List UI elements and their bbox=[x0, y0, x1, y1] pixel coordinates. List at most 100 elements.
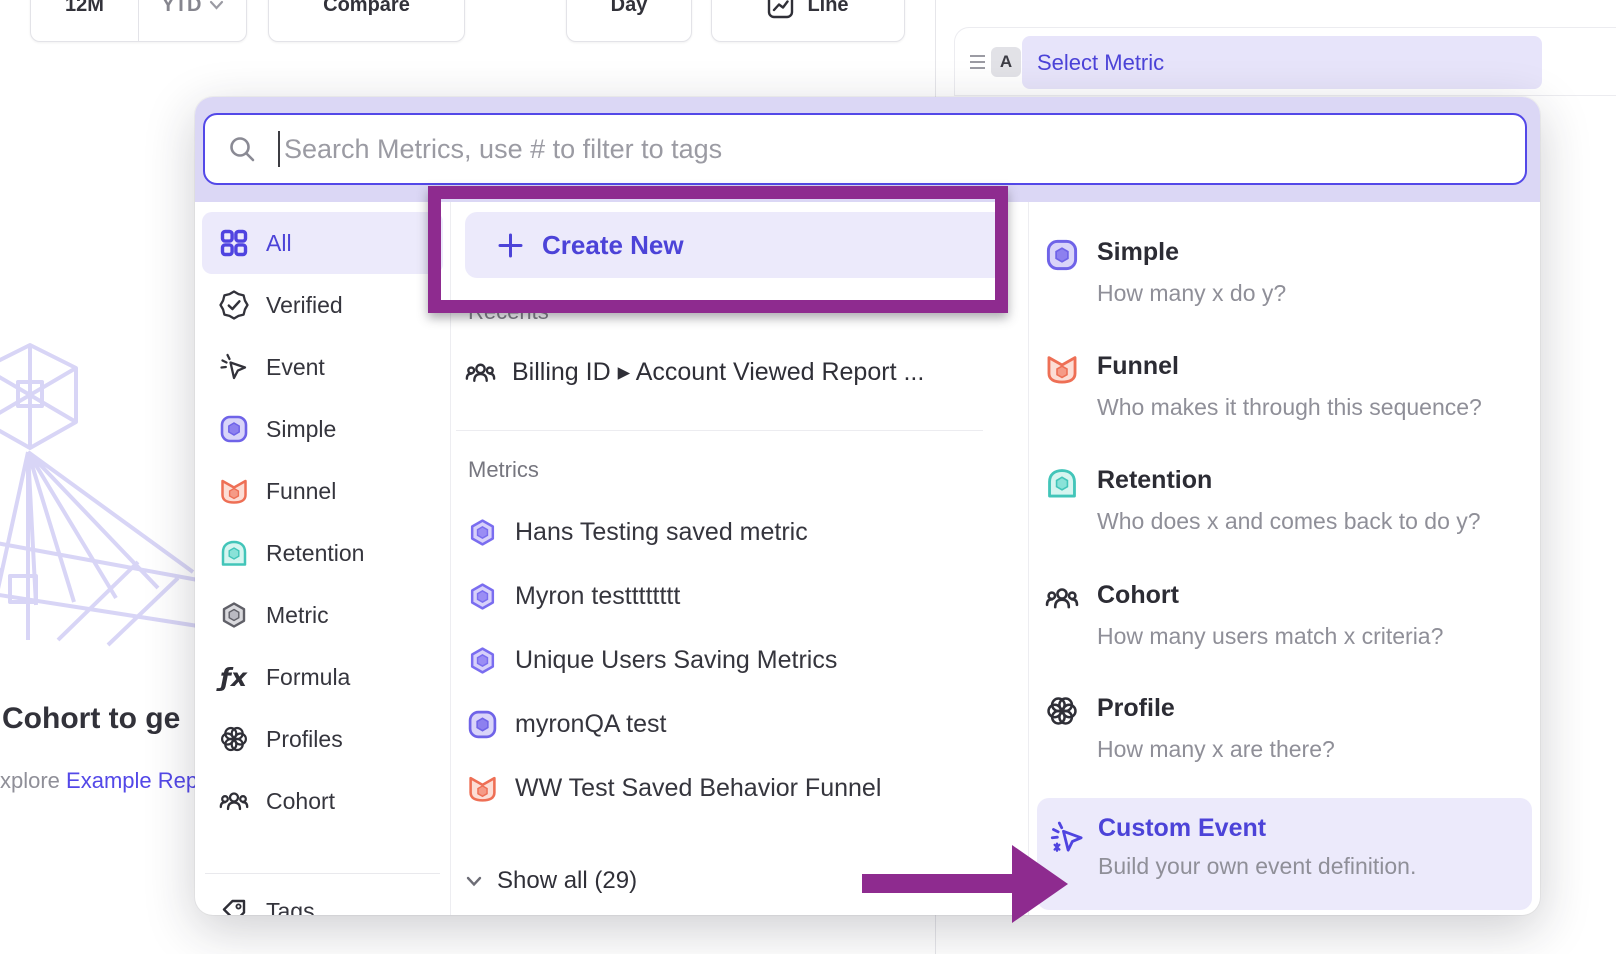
sidebar-item-formula[interactable]: ƒx Formula bbox=[202, 646, 443, 708]
sidebar-item-cohort[interactable]: Cohort bbox=[202, 770, 443, 832]
type-card-profile[interactable]: Profile How many x are there? bbox=[1029, 694, 1540, 763]
chart-type-label: Line bbox=[807, 0, 848, 17]
type-title: Retention bbox=[1097, 466, 1540, 495]
verified-badge-icon bbox=[218, 290, 249, 320]
sidebar-item-label: Tags bbox=[266, 898, 315, 916]
sidebar-item-funnel[interactable]: Funnel bbox=[202, 460, 443, 522]
event-cursor-icon bbox=[218, 352, 249, 382]
type-description: Who does x and comes back to do y? bbox=[1097, 508, 1540, 535]
search-box[interactable] bbox=[203, 113, 1527, 185]
type-card-custom-event[interactable]: Custom Event Build your own event defini… bbox=[1037, 798, 1532, 910]
custom-event-arrow-head bbox=[1012, 845, 1068, 923]
retention-icon bbox=[1045, 466, 1079, 500]
grid-icon bbox=[218, 228, 249, 258]
search-input[interactable] bbox=[284, 134, 1525, 165]
select-metric-field[interactable]: Select Metric bbox=[1022, 36, 1542, 89]
simple-metric-icon bbox=[1045, 238, 1079, 272]
metric-list-item[interactable]: WW Test Saved Behavior Funnel bbox=[467, 756, 881, 820]
metrics-header: Metrics bbox=[468, 457, 539, 483]
sidebar-item-label: Retention bbox=[266, 540, 364, 567]
sidebar-item-profiles[interactable]: Profiles bbox=[202, 708, 443, 770]
create-new-highlight-box bbox=[428, 186, 1008, 313]
date-range-12m-button[interactable]: 12M bbox=[31, 0, 138, 41]
metric-item-label: myronQA test bbox=[515, 710, 666, 739]
section-divider bbox=[456, 430, 983, 431]
type-description: How many x are there? bbox=[1097, 736, 1540, 763]
metric-item-label: WW Test Saved Behavior Funnel bbox=[515, 774, 881, 803]
sidebar-item-verified[interactable]: Verified bbox=[202, 274, 443, 336]
sidebar-item-tags[interactable]: Tags bbox=[202, 880, 443, 915]
metric-list-item[interactable]: myronQA test bbox=[467, 692, 666, 756]
type-card-retention[interactable]: Retention Who does x and comes back to d… bbox=[1029, 466, 1540, 535]
chart-type-button[interactable]: Line bbox=[711, 0, 905, 42]
funnel-icon bbox=[467, 773, 498, 804]
query-builder-panel: A Select Metric bbox=[955, 28, 1616, 95]
funnel-icon bbox=[1045, 352, 1079, 386]
recent-item-label: Billing ID ▸ Account Viewed Report ... bbox=[512, 357, 924, 387]
sidebar-item-all[interactable]: All bbox=[202, 212, 443, 274]
line-chart-icon bbox=[767, 0, 794, 19]
chevron-down-icon bbox=[465, 875, 483, 887]
type-title: Cohort bbox=[1097, 581, 1540, 610]
sidebar-item-label: Cohort bbox=[266, 788, 335, 815]
drag-handle-icon[interactable] bbox=[970, 55, 985, 69]
series-badge: A bbox=[991, 47, 1021, 77]
date-range-ytd-button[interactable]: YTD bbox=[138, 0, 246, 41]
metric-list-item[interactable]: Hans Testing saved metric bbox=[467, 500, 808, 564]
sidebar-item-event[interactable]: Event bbox=[202, 336, 443, 398]
metric-list-item[interactable]: Myron testttttttt bbox=[467, 564, 680, 628]
type-title: Simple bbox=[1097, 238, 1540, 267]
saved-metric-hexagon-icon bbox=[467, 645, 498, 676]
funnel-icon bbox=[218, 476, 249, 506]
select-metric-label: Select Metric bbox=[1037, 50, 1164, 76]
chevron-down-icon bbox=[209, 0, 224, 10]
show-all-label: Show all (29) bbox=[497, 867, 637, 895]
type-card-funnel[interactable]: Funnel Who makes it through this sequenc… bbox=[1029, 352, 1540, 421]
saved-metric-hexagon-icon bbox=[467, 517, 498, 548]
type-card-cohort[interactable]: Cohort How many users match x criteria? bbox=[1029, 581, 1540, 650]
sidebar-divider bbox=[205, 873, 440, 874]
type-description: Build your own event definition. bbox=[1098, 853, 1532, 880]
granularity-label: Day bbox=[611, 0, 648, 17]
cohort-people-icon bbox=[218, 786, 249, 816]
type-description: Who makes it through this sequence? bbox=[1097, 394, 1540, 421]
type-description: How many x do y? bbox=[1097, 280, 1540, 307]
sidebar-item-label: Profiles bbox=[266, 726, 343, 753]
simple-metric-icon bbox=[467, 709, 498, 740]
recent-item[interactable]: Billing ID ▸ Account Viewed Report ... bbox=[465, 347, 924, 397]
type-card-simple[interactable]: Simple How many x do y? bbox=[1029, 238, 1540, 307]
metric-list-item[interactable]: Unique Users Saving Metrics bbox=[467, 628, 837, 692]
sidebar-item-retention[interactable]: Retention bbox=[202, 522, 443, 584]
date-range-12m-label: 12M bbox=[65, 0, 104, 17]
sidebar-item-metric[interactable]: Metric bbox=[202, 584, 443, 646]
cohort-people-icon bbox=[465, 357, 496, 388]
profiles-flower-icon bbox=[1045, 694, 1079, 728]
sidebar-item-label: Metric bbox=[266, 602, 329, 629]
sidebar-item-simple[interactable]: Simple bbox=[202, 398, 443, 460]
sidebar-item-label: Verified bbox=[266, 292, 343, 319]
metric-hexagon-icon bbox=[218, 600, 249, 630]
type-title: Custom Event bbox=[1098, 814, 1532, 843]
sidebar-item-label: All bbox=[266, 230, 292, 257]
simple-metric-icon bbox=[218, 414, 249, 444]
saved-metric-hexagon-icon bbox=[467, 581, 498, 612]
custom-event-arrow bbox=[862, 874, 1017, 893]
date-range-control[interactable]: 12M YTD bbox=[30, 0, 247, 42]
metric-item-label: Unique Users Saving Metrics bbox=[515, 646, 837, 675]
type-description: How many users match x criteria? bbox=[1097, 623, 1540, 650]
filter-sidebar: All Verified Event Simple bbox=[195, 202, 450, 915]
compare-button[interactable]: Compare bbox=[268, 0, 465, 42]
wireframe-illustration bbox=[0, 330, 203, 650]
tag-icon bbox=[218, 896, 249, 915]
sidebar-item-label: Simple bbox=[266, 416, 336, 443]
granularity-button[interactable]: Day bbox=[566, 0, 692, 42]
sidebar-item-label: Event bbox=[266, 354, 325, 381]
explore-prefix: xplore bbox=[0, 768, 66, 793]
sidebar-item-label: Formula bbox=[266, 664, 350, 691]
type-title: Funnel bbox=[1097, 352, 1540, 381]
empty-state-heading-fragment: Cohort to ge bbox=[2, 702, 180, 736]
cohort-people-icon bbox=[1045, 581, 1079, 615]
show-all-button[interactable]: Show all (29) bbox=[465, 862, 637, 900]
formula-fx-icon: ƒx bbox=[218, 663, 249, 692]
date-range-ytd-label: YTD bbox=[162, 0, 202, 17]
